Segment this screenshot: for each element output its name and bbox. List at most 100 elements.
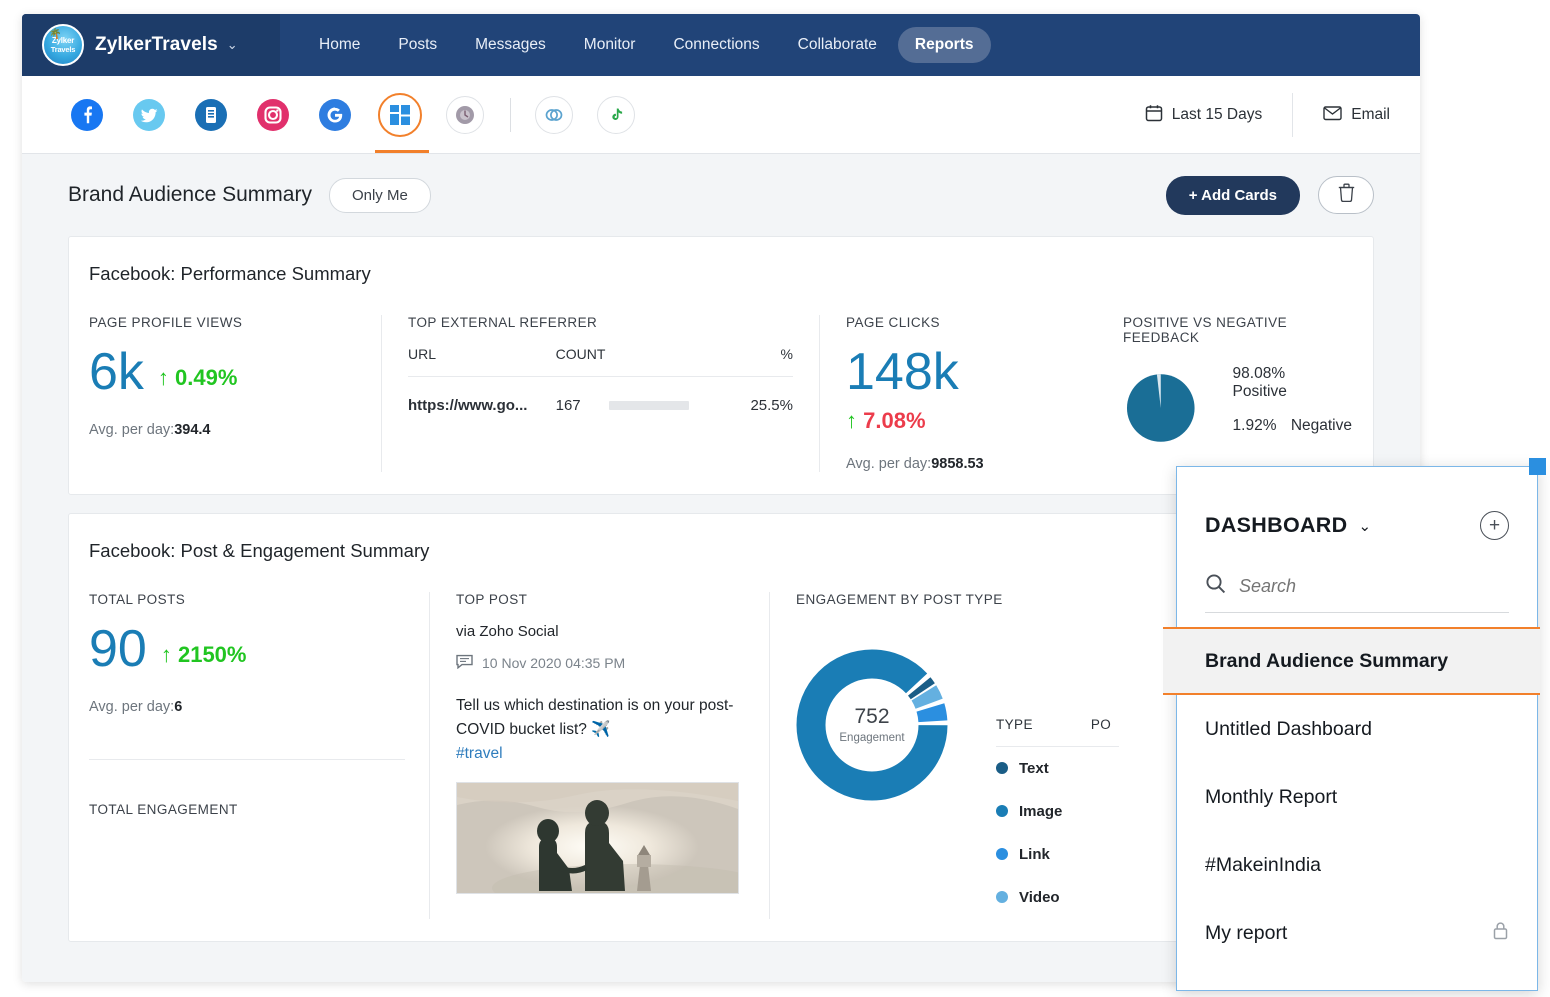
donut-center-label: Engagement bbox=[839, 732, 905, 744]
link-icon[interactable] bbox=[535, 95, 573, 134]
page-title: Brand Audience Summary bbox=[68, 183, 312, 206]
dashboard-item-brand-audience-summary[interactable]: Brand Audience Summary bbox=[1163, 627, 1540, 695]
page-clicks-value: 148k bbox=[846, 343, 959, 401]
negative-pct: 1.92% bbox=[1232, 417, 1277, 434]
pinterest-icon[interactable] bbox=[446, 95, 484, 134]
top-post-hashtag[interactable]: #travel bbox=[456, 742, 743, 766]
linkedin-icon[interactable] bbox=[192, 96, 230, 134]
page-clicks-delta-value: 7.08% bbox=[863, 408, 926, 433]
page-profile-views-avg: Avg. per day:394.4 bbox=[89, 422, 357, 438]
chevron-down-icon[interactable]: ⌄ bbox=[1358, 517, 1371, 535]
page-header: Brand Audience Summary Only Me + Add Car… bbox=[22, 154, 1420, 236]
email-button[interactable]: Email bbox=[1292, 93, 1420, 137]
engagement-value-video bbox=[1091, 876, 1119, 919]
top-post-image[interactable] bbox=[456, 782, 739, 895]
dashboard-item-untitled-dashboard[interactable]: Untitled Dashboard bbox=[1177, 695, 1537, 763]
up-arrow-icon: ↑ bbox=[157, 365, 169, 390]
legend-item-negative: 1.92% Negative bbox=[1233, 417, 1353, 435]
feedback-label: POSITIVE VS NEGATIVE FEEDBACK bbox=[1123, 315, 1288, 345]
card1-title: Facebook: Performance Summary bbox=[89, 263, 371, 284]
avg-label: Avg. per day: bbox=[89, 422, 175, 438]
donut-center-value: 752 bbox=[854, 705, 889, 728]
engagement-value-text bbox=[1091, 747, 1119, 791]
page-profile-views-value-row: 6k ↑ 0.49% bbox=[89, 346, 357, 398]
nav-item-messages[interactable]: Messages bbox=[458, 27, 563, 63]
tiktok-icon[interactable] bbox=[597, 95, 635, 134]
nav-item-home[interactable]: Home bbox=[302, 27, 377, 63]
engagement-type-image: Image bbox=[996, 790, 1091, 833]
brand-chevron-down-icon[interactable]: ⌄ bbox=[227, 37, 238, 53]
engagement-donut-chart: 752 Engagement bbox=[796, 649, 948, 801]
engagement-header-row: TYPE PO bbox=[996, 717, 1119, 747]
zylker-logo-icon: 🌴 Zylker Travels bbox=[42, 24, 84, 66]
twitter-icon[interactable] bbox=[130, 96, 168, 134]
avg-value: 394.4 bbox=[174, 422, 211, 438]
add-dashboard-button[interactable]: + bbox=[1480, 511, 1509, 540]
page-clicks-label: PAGE CLICKS bbox=[846, 315, 940, 330]
dashboard-item-monthly-report[interactable]: Monthly Report bbox=[1177, 763, 1537, 831]
logo-line-2: Travels bbox=[50, 44, 76, 54]
comment-icon bbox=[456, 654, 473, 672]
referrer-progress-bar bbox=[608, 401, 689, 410]
dashboard-item-my-report[interactable]: My report bbox=[1177, 899, 1537, 967]
dashboard-list: Brand Audience Summary Untitled Dashboar… bbox=[1163, 627, 1540, 967]
nav-item-collaborate[interactable]: Collaborate bbox=[781, 27, 894, 63]
instagram-icon[interactable] bbox=[254, 96, 292, 134]
total-posts-label: TOTAL POSTS bbox=[89, 592, 186, 607]
main-nav-items: Home Posts Messages Monitor Connections … bbox=[302, 27, 991, 63]
referrer-table: URL COUNT % https://www.go... 167 25.5% bbox=[408, 346, 793, 414]
nav-item-monitor[interactable]: Monitor bbox=[567, 27, 653, 63]
nav-item-reports[interactable]: Reports bbox=[897, 27, 991, 63]
avg-value: 9858.53 bbox=[931, 456, 984, 472]
legend-dot-text bbox=[996, 762, 1008, 774]
dashboard-item-makeinindia[interactable]: #MakeinIndia bbox=[1177, 831, 1537, 899]
feedback-legend: 98.08% Positive 1.92% Negative bbox=[1233, 365, 1353, 451]
total-posts-value-row: 90 ↑ 2150% bbox=[89, 623, 405, 675]
nav-item-connections[interactable]: Connections bbox=[656, 27, 776, 63]
page-profile-views-value: 6k bbox=[89, 343, 144, 401]
trash-icon bbox=[1338, 183, 1355, 207]
dashboard-panel-title: DASHBOARD bbox=[1205, 513, 1348, 537]
facebook-icon[interactable] bbox=[68, 96, 106, 134]
panel-resize-handle[interactable] bbox=[1529, 458, 1546, 475]
total-posts-delta-value: 2150% bbox=[177, 642, 247, 667]
channel-bar-right: Last 15 Days Email bbox=[1115, 76, 1420, 154]
table-row: Text bbox=[996, 747, 1119, 791]
dashboard-search-row bbox=[1205, 573, 1509, 613]
avg-label: Avg. per day: bbox=[846, 456, 932, 472]
card1-metrics-row: PAGE PROFILE VIEWS 6k ↑ 0.49% Avg. per d… bbox=[89, 315, 1353, 472]
add-cards-button[interactable]: + Add Cards bbox=[1165, 175, 1300, 215]
referrer-col-url: URL bbox=[408, 346, 556, 377]
referrer-header-row: URL COUNT % bbox=[408, 346, 793, 377]
top-post-source: via Zoho Social bbox=[456, 623, 559, 640]
referrer-url[interactable]: https://www.go... bbox=[408, 377, 556, 414]
nav-item-posts[interactable]: Posts bbox=[381, 27, 454, 63]
dashboard-icon[interactable] bbox=[375, 92, 429, 153]
lock-icon bbox=[1492, 921, 1509, 945]
page-profile-views-delta: ↑ 0.49% bbox=[158, 365, 238, 398]
delete-dashboard-button[interactable] bbox=[1318, 176, 1374, 214]
legend-item-positive: 98.08% Positive bbox=[1233, 365, 1353, 401]
engagement-col-posts: PO bbox=[1090, 717, 1119, 747]
table-row: Image bbox=[996, 790, 1119, 833]
feedback-pie-chart bbox=[1126, 374, 1195, 442]
search-input[interactable] bbox=[1239, 575, 1509, 597]
total-engagement-label: TOTAL ENGAGEMENT bbox=[89, 802, 238, 817]
legend-dot-link bbox=[996, 848, 1008, 860]
metric-page-profile-views: PAGE PROFILE VIEWS 6k ↑ 0.49% Avg. per d… bbox=[89, 315, 381, 472]
visibility-badge[interactable]: Only Me bbox=[328, 177, 431, 213]
legend-dot-image bbox=[996, 805, 1008, 817]
up-arrow-icon: ↑ bbox=[160, 642, 172, 667]
engagement-value-link bbox=[1091, 833, 1119, 876]
metric-top-post: TOP POST via Zoho Social 10 Nov 2020 04:… bbox=[429, 592, 769, 919]
table-row: Video bbox=[996, 876, 1119, 919]
google-icon[interactable] bbox=[316, 96, 354, 134]
card-performance-summary: Facebook: Performance Summary PAGE PROFI… bbox=[68, 236, 1374, 495]
date-range-selector[interactable]: Last 15 Days bbox=[1115, 93, 1292, 137]
engagement-type-video: Video bbox=[996, 876, 1091, 919]
page-profile-views-delta-value: 0.49% bbox=[175, 365, 238, 390]
page-clicks-avg: Avg. per day:9858.53 bbox=[846, 456, 1071, 472]
total-engagement-section: TOTAL ENGAGEMENT bbox=[89, 759, 405, 817]
brand-area[interactable]: 🌴 Zylker Travels ZylkerTravels ⌄ bbox=[22, 14, 280, 76]
dashboard-selector-panel: DASHBOARD ⌄ + Brand Audience Summary Unt… bbox=[1163, 458, 1546, 991]
